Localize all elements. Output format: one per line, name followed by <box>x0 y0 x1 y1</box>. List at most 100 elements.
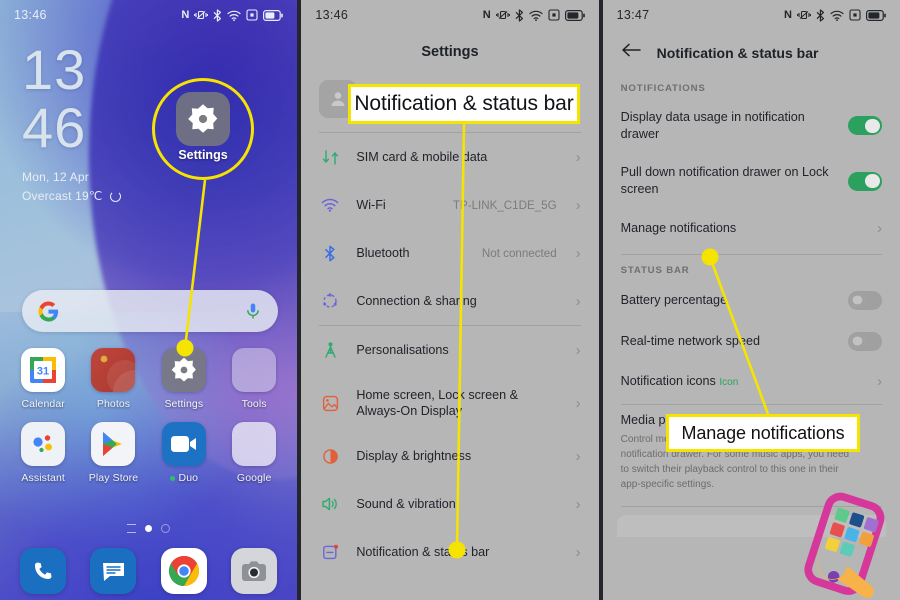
settings-row-label: SIM card & mobile data <box>356 149 488 164</box>
dock-item-phone[interactable] <box>8 548 78 594</box>
clock-minutes: 46 <box>22 96 87 159</box>
section-heading-status-bar: STATUS BAR <box>620 264 690 276</box>
settings-row-notification-status-bar[interactable]: Notification & status bar › <box>301 528 598 576</box>
status-bar-home: 13:46 N <box>0 0 297 30</box>
wifi-icon <box>227 10 241 21</box>
status-time: 13:46 <box>315 8 349 22</box>
row-sublabel: Icon <box>719 376 739 388</box>
play-store-icon <box>91 422 136 466</box>
settings-gear-icon <box>161 348 206 392</box>
app-calendar[interactable]: 31 Calendar <box>8 348 78 410</box>
tools-folder-icon <box>232 348 277 392</box>
phone-icon <box>20 548 67 594</box>
google-search-bar[interactable] <box>22 290 278 332</box>
app-label: Google <box>236 472 272 484</box>
wifi-icon <box>830 10 844 21</box>
settings-row-wifi[interactable]: Wi-Fi TP-LINK_C1DE_5G › <box>301 181 598 229</box>
weather-text: Overcast 19℃ <box>22 189 103 203</box>
row-display-data-usage[interactable]: Display data usage in notification drawe… <box>603 98 900 153</box>
row-pull-down-drawer[interactable]: Pull down notification drawer on Lock sc… <box>603 153 900 208</box>
settings-app-icon-highlighted[interactable] <box>176 92 230 146</box>
person-icon <box>331 92 345 106</box>
app-label: Play Store <box>88 472 139 484</box>
settings-row-sound-vibration[interactable]: Sound & vibration › <box>301 480 598 528</box>
settings-row-bluetooth[interactable]: Bluetooth Not connected › <box>301 229 598 277</box>
chevron-right-icon: › <box>575 341 581 359</box>
page-dot-ring[interactable] <box>161 524 171 533</box>
google-g-icon <box>38 300 59 322</box>
bluetooth-icon <box>319 242 341 264</box>
home-lock-screen-icon <box>319 392 341 414</box>
app-tools-folder[interactable]: Tools <box>219 348 289 410</box>
settings-row-display-brightness[interactable]: Display & brightness › <box>301 432 598 480</box>
page-title: Settings <box>421 44 479 60</box>
svg-text:31: 31 <box>37 366 49 378</box>
microphone-icon[interactable] <box>244 302 262 320</box>
row-network-speed[interactable]: Real-time network speed <box>603 321 900 362</box>
brand-watermark-icon <box>804 492 885 598</box>
toggle-knob <box>850 292 865 308</box>
callout-notification-status-bar: Notification & status bar <box>348 84 580 124</box>
row-label: Display data usage in notification drawe… <box>620 110 805 141</box>
page-dot-active[interactable] <box>145 525 153 532</box>
settings-row-home-lock-screen[interactable]: Home screen, Lock screen & Always-On Dis… <box>301 374 598 432</box>
settings-row-connection-sharing[interactable]: Connection & sharing › <box>301 277 598 325</box>
bluetooth-icon <box>213 8 222 22</box>
app-label: Assistant <box>21 472 65 484</box>
vibrate-icon <box>495 10 510 20</box>
google-folder-icon <box>232 422 277 466</box>
vibrate-icon <box>797 10 811 20</box>
status-icons: N <box>181 8 284 22</box>
settings-gear-icon <box>188 104 218 133</box>
row-label: Real-time network speed <box>620 333 760 348</box>
toggle-knob <box>865 118 880 133</box>
dock-item-messages[interactable] <box>78 548 148 594</box>
battery-icon <box>263 9 284 21</box>
chevron-right-icon: › <box>575 394 581 412</box>
row-battery-percentage[interactable]: Battery percentage <box>603 280 900 321</box>
home-dock <box>0 548 297 594</box>
sim-data-icon <box>319 146 341 168</box>
app-assistant[interactable]: Assistant <box>8 422 78 484</box>
notification-status-bar-panel: 13:47 N Notification & status bar NOTIFI… <box>602 0 900 600</box>
bluetooth-icon <box>515 8 523 22</box>
app-duo[interactable]: Duo <box>149 422 219 484</box>
chevron-right-icon: › <box>575 495 581 513</box>
status-time: 13:46 <box>14 8 47 22</box>
toggle-display-data-usage[interactable] <box>847 116 882 136</box>
row-manage-notifications[interactable]: Manage notifications › <box>603 209 900 248</box>
toggle-battery-percentage[interactable] <box>847 290 882 310</box>
row-notification-icons[interactable]: Notification icons Icon › <box>603 362 900 401</box>
dock-item-chrome[interactable] <box>149 548 219 594</box>
toggle-pull-down-drawer[interactable] <box>847 171 882 191</box>
toggle-knob <box>865 174 880 189</box>
app-play-store[interactable]: Play Store <box>78 422 148 484</box>
settings-row-label: Home screen, Lock screen & Always-On Dis… <box>356 388 519 419</box>
dock-item-camera[interactable] <box>219 548 289 594</box>
battery-icon <box>564 9 585 21</box>
row-label: Battery percentage <box>620 292 728 307</box>
calendar-icon: 31 <box>21 348 66 392</box>
screenshot-icon <box>246 9 258 21</box>
chevron-right-icon: › <box>575 447 581 465</box>
app-settings[interactable]: Settings <box>149 348 219 410</box>
settings-row-personalisations[interactable]: Personalisations › <box>301 326 598 374</box>
back-arrow-icon[interactable] <box>621 42 641 63</box>
status-bar-settings: 13:46 N <box>301 0 598 30</box>
row-label: Manage notifications <box>620 220 737 235</box>
app-label-text: Duo <box>178 472 199 484</box>
toggle-knob <box>850 333 865 349</box>
status-time: 13:47 <box>616 8 650 22</box>
app-photos[interactable]: Photos <box>78 348 148 410</box>
settings-row-sim[interactable]: SIM card & mobile data › <box>301 133 598 181</box>
toggle-network-speed[interactable] <box>847 331 882 351</box>
app-label: Tools <box>241 398 267 410</box>
page-indicator <box>0 524 297 533</box>
connection-sharing-icon <box>319 290 341 312</box>
camera-icon <box>231 548 278 594</box>
app-google-folder[interactable]: Google <box>219 422 289 484</box>
refresh-icon <box>109 190 121 202</box>
row-label: Pull down notification drawer on Lock sc… <box>620 165 829 197</box>
status-icons: N <box>483 8 585 22</box>
page-dot-lines[interactable] <box>127 524 137 533</box>
